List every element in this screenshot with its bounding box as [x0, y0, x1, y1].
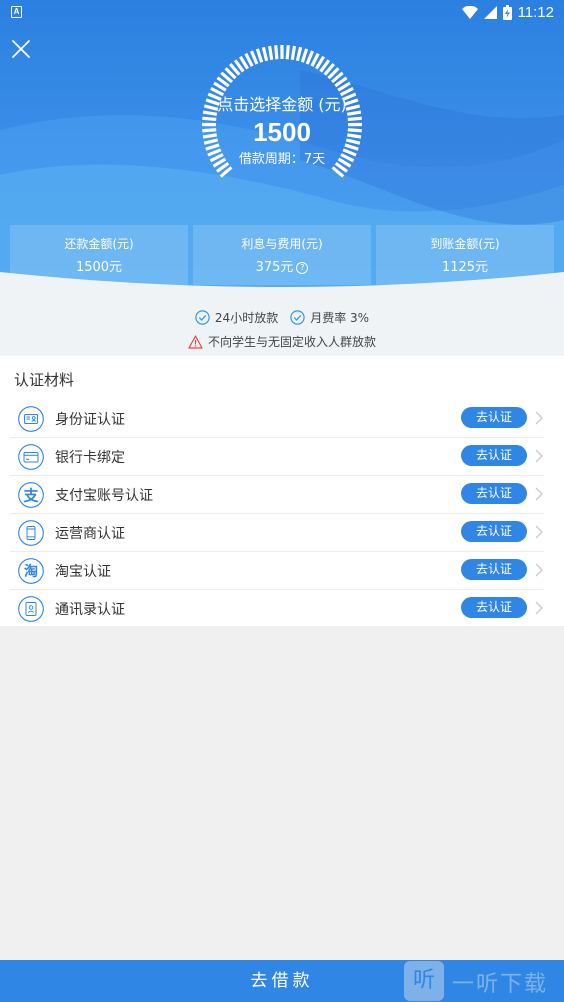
notice-warning: 不向学生与无固定收入人群放款 — [188, 333, 376, 350]
dial-tick — [300, 48, 309, 63]
chevron-right-icon — [535, 411, 543, 425]
loan-amount: 1500 — [253, 117, 311, 147]
verify-button[interactable]: 去认证 — [461, 445, 527, 466]
warning-icon — [188, 334, 203, 349]
summary-label: 到账金额(元) — [430, 237, 500, 251]
dial-tick — [267, 45, 274, 61]
verify-button[interactable]: 去认证 — [461, 483, 527, 504]
cert-label: 支付宝账号认证 — [55, 488, 153, 504]
check-circle-icon — [290, 310, 305, 325]
dial-tick — [295, 46, 303, 62]
dial-tick — [255, 48, 264, 63]
check-circle-icon — [195, 310, 210, 325]
bank-card-icon — [18, 444, 44, 470]
header-bottom-curve — [0, 272, 564, 300]
notice-rate: 月费率 3% — [290, 309, 369, 326]
dial-tick — [290, 45, 297, 61]
dial-tick — [261, 46, 269, 62]
phone-icon — [18, 520, 44, 546]
loan-period: 借款周期：7天 — [238, 152, 326, 167]
verify-button[interactable]: 去认证 — [461, 407, 527, 428]
cert-label: 银行卡绑定 — [55, 450, 125, 466]
cert-row-id-card[interactable]: 身份证认证 去认证 — [10, 400, 544, 438]
cert-row-contacts[interactable]: 通讯录认证 去认证 — [10, 590, 544, 628]
battery-icon — [502, 5, 512, 20]
chevron-right-icon — [535, 487, 543, 501]
cert-label: 运营商认证 — [55, 526, 125, 542]
taobao-icon: 淘 — [18, 558, 44, 584]
amount-prompt: 点击选择金额 (元) — [217, 95, 347, 114]
watermark-text: 一听下载 — [452, 972, 549, 997]
dial-tick — [250, 50, 259, 65]
chevron-right-icon — [535, 525, 543, 539]
cert-row-taobao[interactable]: 淘 淘宝认证 去认证 — [10, 552, 544, 590]
clock: 11:12 — [517, 4, 554, 21]
watermark: 听 一听下载 — [404, 961, 564, 1001]
verify-button[interactable]: 去认证 — [461, 521, 527, 542]
id-card-icon — [18, 406, 44, 432]
close-icon[interactable] — [10, 38, 32, 60]
loan-header: A 11:12 点击选择金额 (元) 1500 借款周期：7天 还款金额(元) … — [0, 0, 564, 300]
cert-label: 身份证认证 — [55, 412, 125, 428]
signal-icon — [483, 6, 497, 19]
svg-text:淘: 淘 — [24, 563, 38, 580]
chevron-right-icon — [535, 563, 543, 577]
notification-icon: A — [11, 6, 22, 18]
summary-label: 还款金额(元) — [64, 237, 134, 251]
verify-button[interactable]: 去认证 — [461, 597, 527, 618]
cert-row-bank-card[interactable]: 银行卡绑定 去认证 — [10, 438, 544, 476]
cert-row-carrier[interactable]: 运营商认证 去认证 — [10, 514, 544, 552]
verify-button[interactable]: 去认证 — [461, 559, 527, 580]
amount-selector[interactable]: 点击选择金额 (元) 1500 借款周期：7天 — [182, 94, 382, 170]
dial-tick — [274, 45, 279, 60]
loan-notice: 24小时放款 月费率 3% 不向学生与无固定收入人群放款 — [0, 300, 564, 356]
status-bar: A 11:12 — [0, 0, 564, 26]
alipay-icon: 支 — [18, 482, 44, 508]
notice-fast-payout: 24小时放款 — [195, 309, 278, 326]
section-title: 认证材料 — [14, 371, 75, 389]
watermark-logo: 听 — [404, 961, 444, 1001]
cert-row-alipay[interactable]: 支 支付宝账号认证 去认证 — [10, 476, 544, 514]
chevron-right-icon — [535, 449, 543, 463]
chevron-right-icon — [535, 601, 543, 615]
dial-tick — [285, 45, 290, 60]
svg-text:支: 支 — [22, 486, 39, 504]
contacts-icon — [18, 596, 44, 622]
dial-tick — [305, 50, 314, 65]
summary-label: 利息与费用(元) — [241, 237, 323, 251]
wifi-icon — [461, 6, 478, 19]
cert-label: 通讯录认证 — [55, 602, 125, 618]
cert-label: 淘宝认证 — [55, 564, 111, 580]
